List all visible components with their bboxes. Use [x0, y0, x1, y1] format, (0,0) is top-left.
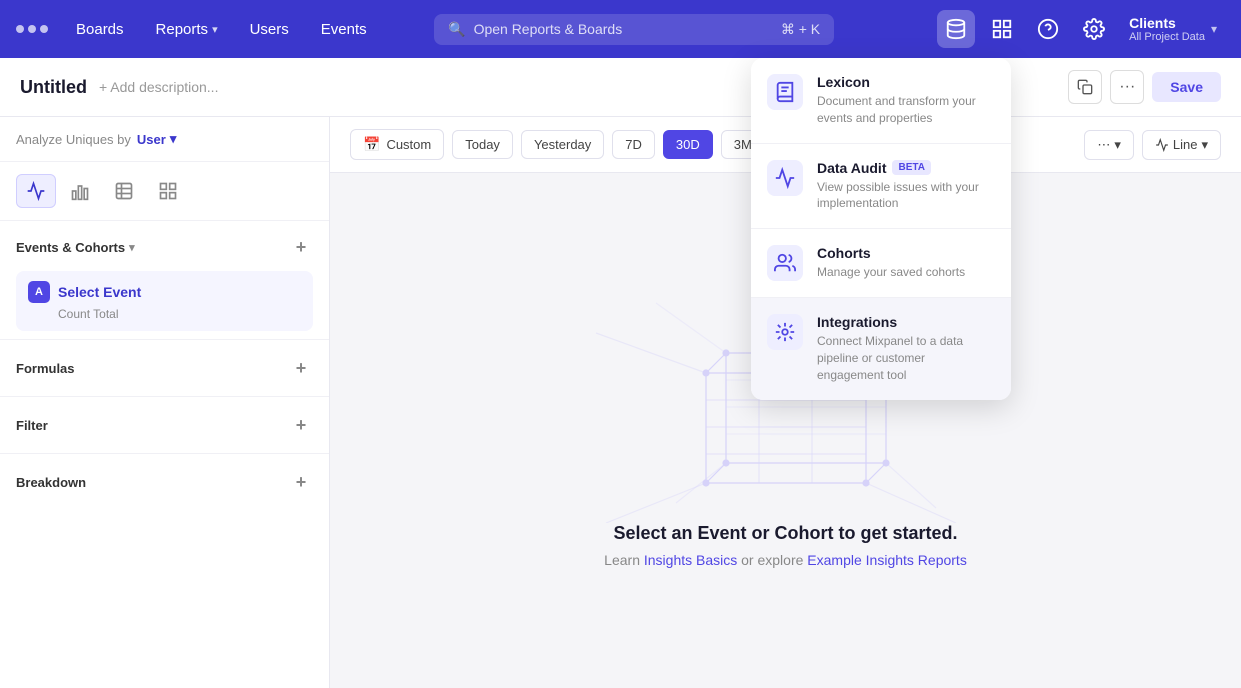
page-title: Untitled: [20, 77, 87, 98]
integrations-desc: Connect Mixpanel to a data pipeline or c…: [817, 333, 995, 383]
nav-users[interactable]: Users: [238, 15, 301, 44]
client-selector[interactable]: Clients All Project Data ▾: [1121, 11, 1225, 47]
save-button[interactable]: Save: [1152, 72, 1221, 102]
nav-settings-icon-btn[interactable]: [1075, 10, 1113, 48]
nav-boards[interactable]: Boards: [64, 15, 136, 44]
7d-btn[interactable]: 7D: [612, 130, 655, 159]
add-breakdown-button[interactable]: +: [289, 470, 313, 494]
example-reports-link[interactable]: Example Insights Reports: [807, 552, 967, 568]
analyze-row: Analyze Uniques by User ▾: [0, 117, 329, 162]
page-header: Untitled + Add description... ··· Save: [0, 58, 1241, 117]
nav-events[interactable]: Events: [309, 15, 379, 44]
display-options-dropdown[interactable]: ⋯ ▾: [1084, 130, 1134, 160]
analyze-chevron-icon: ▾: [170, 131, 177, 147]
cohorts-desc: Manage your saved cohorts: [817, 264, 995, 281]
formulas-section: Formulas +: [0, 344, 329, 392]
cohorts-title: Cohorts: [817, 245, 995, 261]
analyze-value-selector[interactable]: User ▾: [137, 131, 176, 147]
event-count: Count Total: [58, 303, 301, 321]
data-audit-icon: [767, 160, 803, 196]
empty-subtext: Learn Insights Basics or explore Example…: [604, 552, 967, 568]
section-divider: [0, 339, 329, 340]
custom-date-btn[interactable]: 📅 Custom: [350, 129, 444, 160]
line-chart-dropdown[interactable]: Line ▾: [1142, 130, 1221, 160]
chart-options: ⋯ ▾ Line ▾: [1084, 130, 1221, 160]
breakdown-section: Breakdown +: [0, 458, 329, 506]
events-cohorts-section[interactable]: Events & Cohorts ▾ +: [0, 221, 329, 267]
nav-grid-icon-btn[interactable]: [983, 10, 1021, 48]
more-options-icon-btn[interactable]: ···: [1110, 70, 1144, 104]
sidebar: Analyze Uniques by User ▾: [0, 117, 330, 688]
add-event-button[interactable]: +: [289, 235, 313, 259]
add-filter-button[interactable]: +: [289, 413, 313, 437]
beta-badge: BETA: [892, 160, 930, 175]
section-divider-2: [0, 396, 329, 397]
add-description-input[interactable]: + Add description...: [99, 79, 218, 95]
insights-basics-link[interactable]: Insights Basics: [644, 552, 737, 568]
header-actions: ··· Save: [1068, 70, 1221, 104]
integrations-title: Integrations: [817, 314, 995, 330]
nav-help-icon-btn[interactable]: [1029, 10, 1067, 48]
event-name: Select Event: [58, 284, 141, 300]
data-audit-desc: View possible issues with your implement…: [817, 179, 995, 213]
chart-type-bar-btn[interactable]: [60, 174, 100, 208]
integrations-icon: [767, 314, 803, 350]
section-divider-3: [0, 453, 329, 454]
menu-item-integrations[interactable]: Integrations Connect Mixpanel to a data …: [751, 298, 1011, 399]
chart-type-row: [0, 162, 329, 221]
filter-section: Filter +: [0, 401, 329, 449]
page-content: Untitled + Add description... ··· Save A…: [0, 58, 1241, 688]
nav-reports[interactable]: Reports ▾: [144, 15, 230, 44]
chart-type-table-btn[interactable]: [104, 174, 144, 208]
cohorts-icon: [767, 245, 803, 281]
chart-type-grid-btn[interactable]: [148, 174, 188, 208]
event-item[interactable]: A Select Event Count Total: [16, 271, 313, 331]
30d-btn[interactable]: 30D: [663, 130, 713, 159]
chart-type-line-btn[interactable]: [16, 174, 56, 208]
nav-data-icon-btn[interactable]: [937, 10, 975, 48]
line-chevron-icon: ▾: [1201, 137, 1208, 153]
lexicon-desc: Document and transform your events and p…: [817, 93, 995, 127]
menu-item-cohorts[interactable]: Cohorts Manage your saved cohorts: [751, 229, 1011, 298]
copy-icon-btn[interactable]: [1068, 70, 1102, 104]
display-chevron-icon: ▾: [1114, 137, 1121, 153]
lexicon-icon: [767, 74, 803, 110]
apps-dropdown-menu: Lexicon Document and transform your even…: [751, 58, 1011, 400]
top-navigation: Boards Reports ▾ Users Events 🔍 Open Rep…: [0, 0, 1241, 58]
today-btn[interactable]: Today: [452, 130, 513, 159]
yesterday-btn[interactable]: Yesterday: [521, 130, 604, 159]
search-shortcut: ⌘ + K: [781, 21, 820, 38]
event-badge: A: [28, 281, 50, 303]
lexicon-title: Lexicon: [817, 74, 995, 90]
add-formula-button[interactable]: +: [289, 356, 313, 380]
app-logo: [16, 25, 48, 33]
search-icon: 🔍: [448, 21, 465, 38]
menu-item-data-audit[interactable]: Data Audit BETA View possible issues wit…: [751, 144, 1011, 230]
reports-chevron-icon: ▾: [212, 23, 218, 36]
client-chevron-icon: ▾: [1211, 22, 1217, 36]
content-area: Analyze Uniques by User ▾: [0, 117, 1241, 688]
data-audit-title: Data Audit BETA: [817, 160, 995, 176]
menu-item-lexicon[interactable]: Lexicon Document and transform your even…: [751, 58, 1011, 144]
global-search[interactable]: 🔍 Open Reports & Boards ⌘ + K: [434, 14, 834, 45]
calendar-icon: 📅: [363, 136, 380, 153]
events-cohorts-chevron-icon: ▾: [129, 241, 135, 254]
nav-right-actions: Clients All Project Data ▾: [937, 10, 1225, 48]
empty-main-text: Select an Event or Cohort to get started…: [613, 523, 957, 544]
